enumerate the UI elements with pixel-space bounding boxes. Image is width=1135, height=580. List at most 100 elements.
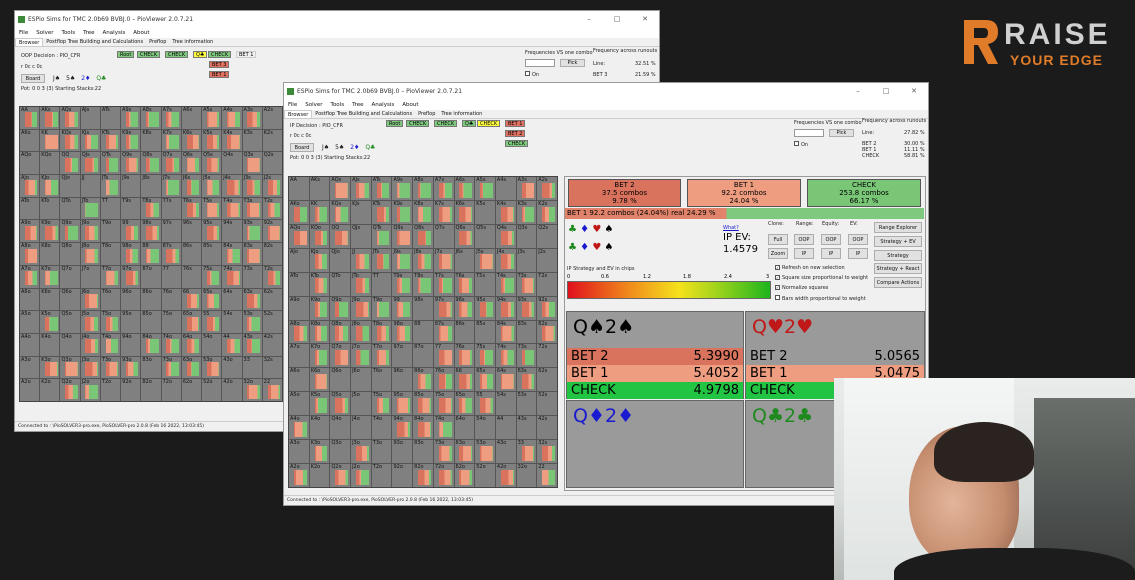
range-cell[interactable]: AQs [60, 107, 80, 129]
range-cell[interactable]: Q4o [330, 416, 351, 440]
range-cell[interactable]: TT [100, 197, 121, 220]
range-cell[interactable]: 93s [516, 296, 537, 320]
range-cell[interactable]: Q5o [60, 311, 80, 333]
range-cell[interactable]: 42s [537, 416, 557, 440]
range-cell[interactable]: J5s [202, 175, 222, 197]
range-cell[interactable]: 42s [262, 333, 282, 356]
range-cell[interactable]: T8o [100, 243, 121, 265]
range-cell[interactable]: J6o [80, 288, 100, 311]
range-cell[interactable]: 82s [262, 243, 282, 265]
range-cell[interactable]: Q2s [537, 224, 557, 248]
range-cell[interactable]: T7o [100, 265, 121, 288]
range-cell[interactable]: T3s [516, 272, 537, 296]
range-cell[interactable]: QTs [100, 152, 121, 175]
range-cell[interactable]: T9o [100, 220, 121, 243]
back-action-bet3[interactable]: BET 3 [209, 61, 230, 68]
range-cell[interactable]: 73o [161, 356, 181, 379]
range-cell[interactable]: 93s [242, 220, 262, 243]
range-cell[interactable]: 97o [121, 265, 141, 288]
range-cell[interactable]: K2o [40, 379, 60, 401]
range-cell[interactable]: ATo [289, 272, 309, 296]
range-cell[interactable]: T4s [222, 197, 242, 220]
range-cell[interactable]: Q6s [454, 224, 475, 248]
range-cell[interactable]: 72o [433, 464, 454, 487]
full-button[interactable]: Full [768, 234, 788, 245]
close-icon[interactable]: ✕ [900, 87, 928, 95]
front-freq-input[interactable] [794, 129, 824, 137]
range-cell[interactable]: J2s [537, 248, 557, 272]
range-cell[interactable]: T2o [371, 464, 392, 487]
range-cell[interactable]: 73s [516, 344, 537, 368]
range-cell[interactable]: Q9o [330, 296, 351, 320]
range-cell[interactable]: T7s [433, 272, 454, 296]
range-cell[interactable]: Q4s [222, 152, 242, 175]
range-cell[interactable]: T6s [181, 197, 202, 220]
range-cell[interactable]: A2s [537, 177, 557, 200]
range-cell[interactable]: J7s [433, 248, 454, 272]
range-cell[interactable]: T8s [141, 197, 161, 220]
range-cell[interactable]: 73o [433, 440, 454, 464]
range-cell[interactable]: K5o [40, 311, 60, 333]
summary-bet2[interactable]: BET 2 37.5 combos 9.78 % [568, 179, 681, 207]
what-link[interactable]: What? [723, 225, 739, 231]
range-cell[interactable]: T5o [371, 392, 392, 416]
range-cell[interactable]: 74o [161, 333, 181, 356]
range-cell[interactable]: Q3o [330, 440, 351, 464]
range-cell[interactable]: 96o [392, 368, 413, 392]
range-cell[interactable]: 84s [222, 243, 242, 265]
range-cell[interactable]: A5o [289, 392, 309, 416]
range-cell[interactable]: QJo [60, 175, 80, 197]
range-cell[interactable]: Q7o [60, 265, 80, 288]
range-cell[interactable]: Q4o [60, 333, 80, 356]
range-cell[interactable]: Q7s [433, 224, 454, 248]
range-cell[interactable]: J9s [392, 248, 413, 272]
range-cell[interactable]: QTo [60, 197, 80, 220]
range-cell[interactable]: 74s [495, 344, 516, 368]
range-cell[interactable]: ATo [20, 197, 40, 220]
range-cell[interactable]: A7s [433, 177, 454, 200]
range-cell[interactable]: 43s [242, 333, 262, 356]
range-cell[interactable]: KQs [330, 200, 351, 224]
front-action-card[interactable]: Q♣ [462, 120, 477, 127]
range-cell[interactable]: T4s [495, 272, 516, 296]
range-cell[interactable]: J2o [80, 379, 100, 401]
range-cell[interactable]: T3o [371, 440, 392, 464]
back-on-check[interactable]: On [525, 71, 539, 78]
range-cell[interactable]: AQo [20, 152, 40, 175]
front-action-check1[interactable]: CHECK [406, 120, 430, 127]
range-cell[interactable]: T8s [413, 272, 433, 296]
range-cell[interactable]: K3o [40, 356, 60, 379]
range-cell[interactable]: 65o [454, 392, 475, 416]
range-cell[interactable]: K3s [242, 129, 262, 152]
range-cell[interactable]: J2s [262, 175, 282, 197]
range-cell[interactable]: A9s [121, 107, 141, 129]
range-cell[interactable]: 42o [495, 464, 516, 487]
range-cell[interactable]: T9s [121, 197, 141, 220]
front-action-check4[interactable]: CHECK [505, 140, 529, 147]
range-cell[interactable]: A4s [222, 107, 242, 129]
range-ip-button[interactable]: IP [794, 248, 814, 259]
range-cell[interactable]: 32o [242, 379, 262, 401]
range-cell[interactable]: A7s [161, 107, 181, 129]
minimize-icon[interactable]: – [844, 87, 872, 95]
range-cell[interactable]: K7s [161, 129, 181, 152]
range-cell[interactable]: 63o [181, 356, 202, 379]
range-cell[interactable]: 77 [433, 344, 454, 368]
range-cell[interactable]: 75s [202, 265, 222, 288]
range-cell[interactable]: K2s [537, 200, 557, 224]
range-cell[interactable]: A6o [289, 368, 309, 392]
range-cell[interactable]: 76o [433, 368, 454, 392]
back-action-check3[interactable]: CHECK [208, 51, 232, 58]
range-cell[interactable]: T5o [100, 311, 121, 333]
range-cell[interactable]: 73s [242, 265, 262, 288]
range-cell[interactable]: 72s [537, 344, 557, 368]
range-cell[interactable]: A4o [20, 333, 40, 356]
spade-filter-icon[interactable]: ♠ [604, 242, 613, 253]
range-cell[interactable]: AJs [351, 177, 371, 200]
range-cell[interactable]: 92o [392, 464, 413, 487]
strategy-button[interactable]: Strategy [874, 250, 922, 261]
range-cell[interactable]: KQo [309, 224, 330, 248]
range-cell[interactable]: A9o [289, 296, 309, 320]
range-cell[interactable]: 95s [202, 220, 222, 243]
range-cell[interactable]: 22 [537, 464, 557, 487]
